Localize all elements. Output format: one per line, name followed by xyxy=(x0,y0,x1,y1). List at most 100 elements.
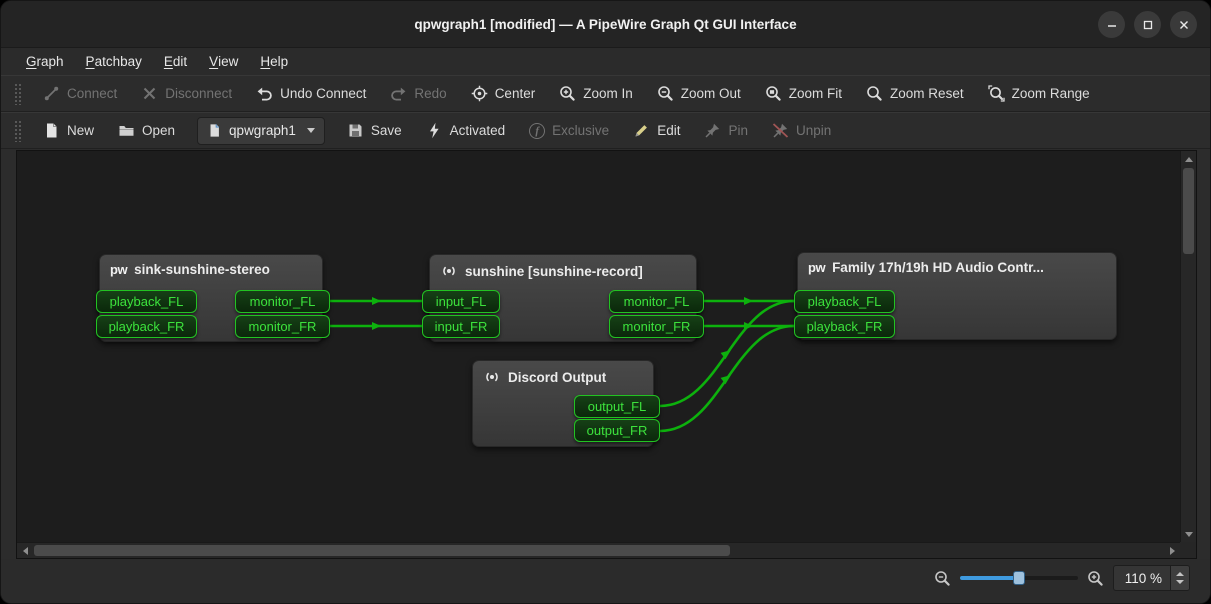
disconnect-button[interactable]: Disconnect xyxy=(129,79,244,109)
toolbar-handle[interactable] xyxy=(14,83,22,105)
menu-label: raph xyxy=(37,54,64,69)
open-patchbay-button[interactable]: Open xyxy=(106,116,187,146)
port-monitor-fl[interactable]: monitor_FL xyxy=(235,290,330,313)
save-icon xyxy=(347,122,364,139)
port-playback-fl[interactable]: playback_FL xyxy=(96,290,197,313)
port-playback-fl[interactable]: playback_FL xyxy=(794,290,895,313)
app-window: qpwgraph1 [modified] — A PipeWire Graph … xyxy=(0,0,1211,604)
zoom-slider[interactable] xyxy=(960,569,1078,587)
port-monitor-fr[interactable]: monitor_FR xyxy=(609,315,704,338)
menu-edit[interactable]: Edit xyxy=(153,48,198,75)
redo-button[interactable]: Redo xyxy=(378,79,458,109)
spin-down-button[interactable] xyxy=(1176,580,1184,584)
menu-label: H xyxy=(260,54,270,69)
button-label: Center xyxy=(495,86,536,101)
port-output-fr[interactable]: output_FR xyxy=(574,419,660,442)
button-label: New xyxy=(67,123,94,138)
port-monitor-fr[interactable]: monitor_FR xyxy=(235,315,330,338)
triangle-left-icon xyxy=(23,547,28,555)
scroll-left-button[interactable] xyxy=(17,543,33,559)
patchbay-file-icon xyxy=(207,123,222,138)
undo-connect-button[interactable]: Undo Connect xyxy=(244,79,378,109)
new-file-icon xyxy=(43,122,60,139)
exclusive-icon: f xyxy=(529,123,545,139)
titlebar[interactable]: qpwgraph1 [modified] — A PipeWire Graph … xyxy=(1,1,1210,48)
zoom-range-icon xyxy=(988,85,1005,102)
unpin-icon xyxy=(772,122,789,139)
button-label: Save xyxy=(371,123,402,138)
slider-handle[interactable] xyxy=(1013,571,1025,585)
zoom-range-button[interactable]: Zoom Range xyxy=(976,79,1102,109)
scroll-up-button[interactable] xyxy=(1181,151,1197,167)
chevron-down-icon xyxy=(307,128,315,133)
patchbay-combobox[interactable]: qpwgraph1 xyxy=(197,117,325,145)
pencil-icon xyxy=(633,122,650,139)
minimize-icon xyxy=(1105,18,1119,32)
menu-graph[interactable]: Graph xyxy=(15,48,75,75)
unpin-button[interactable]: Unpin xyxy=(760,116,843,146)
port-monitor-fl[interactable]: monitor_FL xyxy=(609,290,704,313)
vertical-scrollbar-thumb[interactable] xyxy=(1183,168,1194,254)
port-playback-fr[interactable]: playback_FR xyxy=(96,315,197,338)
zoom-in-icon xyxy=(559,85,576,102)
spin-up-button[interactable] xyxy=(1176,572,1184,576)
button-label: Disconnect xyxy=(165,86,232,101)
port-playback-fr[interactable]: playback_FR xyxy=(794,315,895,338)
zoom-fit-button[interactable]: Zoom Fit xyxy=(753,79,854,109)
zoom-out-icon xyxy=(934,570,951,587)
wire-arrow-icon xyxy=(372,297,381,305)
menu-view[interactable]: View xyxy=(198,48,249,75)
button-label: Connect xyxy=(67,86,117,101)
zoom-out-button[interactable]: Zoom Out xyxy=(645,79,753,109)
toolbar-handle[interactable] xyxy=(14,120,22,142)
menu-help[interactable]: Help xyxy=(249,48,299,75)
close-icon xyxy=(1177,18,1191,32)
minimize-button[interactable] xyxy=(1098,11,1125,38)
open-folder-icon xyxy=(118,122,135,139)
zoom-in-button[interactable]: Zoom In xyxy=(547,79,645,109)
scroll-right-button[interactable] xyxy=(1164,543,1180,559)
menu-patchbay[interactable]: Patchbay xyxy=(75,48,153,75)
button-label: Exclusive xyxy=(552,123,609,138)
zoom-value[interactable]: 110 % xyxy=(1114,566,1170,590)
vertical-scrollbar[interactable] xyxy=(1180,151,1196,542)
button-label: Redo xyxy=(414,86,446,101)
zoom-fit-icon xyxy=(765,85,782,102)
edit-toggle-button[interactable]: Edit xyxy=(621,116,692,146)
pin-button[interactable]: Pin xyxy=(692,116,760,146)
close-button[interactable] xyxy=(1170,11,1197,38)
menu-label: P xyxy=(86,54,95,69)
save-patchbay-button[interactable]: Save xyxy=(335,116,414,146)
port-input-fl[interactable]: input_FL xyxy=(422,290,500,313)
menu-label: E xyxy=(164,54,173,69)
pin-icon xyxy=(704,122,721,139)
lightning-icon xyxy=(426,122,443,139)
maximize-button[interactable] xyxy=(1134,11,1161,38)
wire-arrow-icon xyxy=(372,322,381,330)
zoom-reset-button[interactable]: Zoom Reset xyxy=(854,79,976,109)
connect-button[interactable]: Connect xyxy=(31,79,129,109)
menu-label: dit xyxy=(173,54,187,69)
zoom-reset-icon xyxy=(866,85,883,102)
new-patchbay-button[interactable]: New xyxy=(31,116,106,146)
redo-icon xyxy=(390,85,407,102)
patchbay-toolbar: New Open qpwgraph1 Save Activated f Excl… xyxy=(1,112,1210,149)
scrollbar-corner xyxy=(1180,542,1196,558)
activated-toggle-button[interactable]: Activated xyxy=(414,116,518,146)
center-icon xyxy=(471,85,488,102)
connection-layer xyxy=(17,151,1180,542)
maximize-icon xyxy=(1141,18,1155,32)
zoom-spinbox[interactable]: 110 % xyxy=(1113,565,1190,591)
scroll-down-button[interactable] xyxy=(1181,526,1197,542)
horizontal-scrollbar-thumb[interactable] xyxy=(34,545,730,556)
button-label: Unpin xyxy=(796,123,831,138)
horizontal-scrollbar[interactable] xyxy=(17,542,1180,558)
port-input-fr[interactable]: input_FR xyxy=(422,315,500,338)
triangle-right-icon xyxy=(1170,547,1175,555)
center-button[interactable]: Center xyxy=(459,79,548,109)
graph-canvas[interactable]: pw sink-sunshine-stereo sunshine [sunshi… xyxy=(17,151,1180,542)
port-output-fl[interactable]: output_FL xyxy=(574,395,660,418)
window-controls xyxy=(1098,11,1197,38)
exclusive-toggle-button[interactable]: f Exclusive xyxy=(517,116,621,146)
menu-label: elp xyxy=(270,54,288,69)
